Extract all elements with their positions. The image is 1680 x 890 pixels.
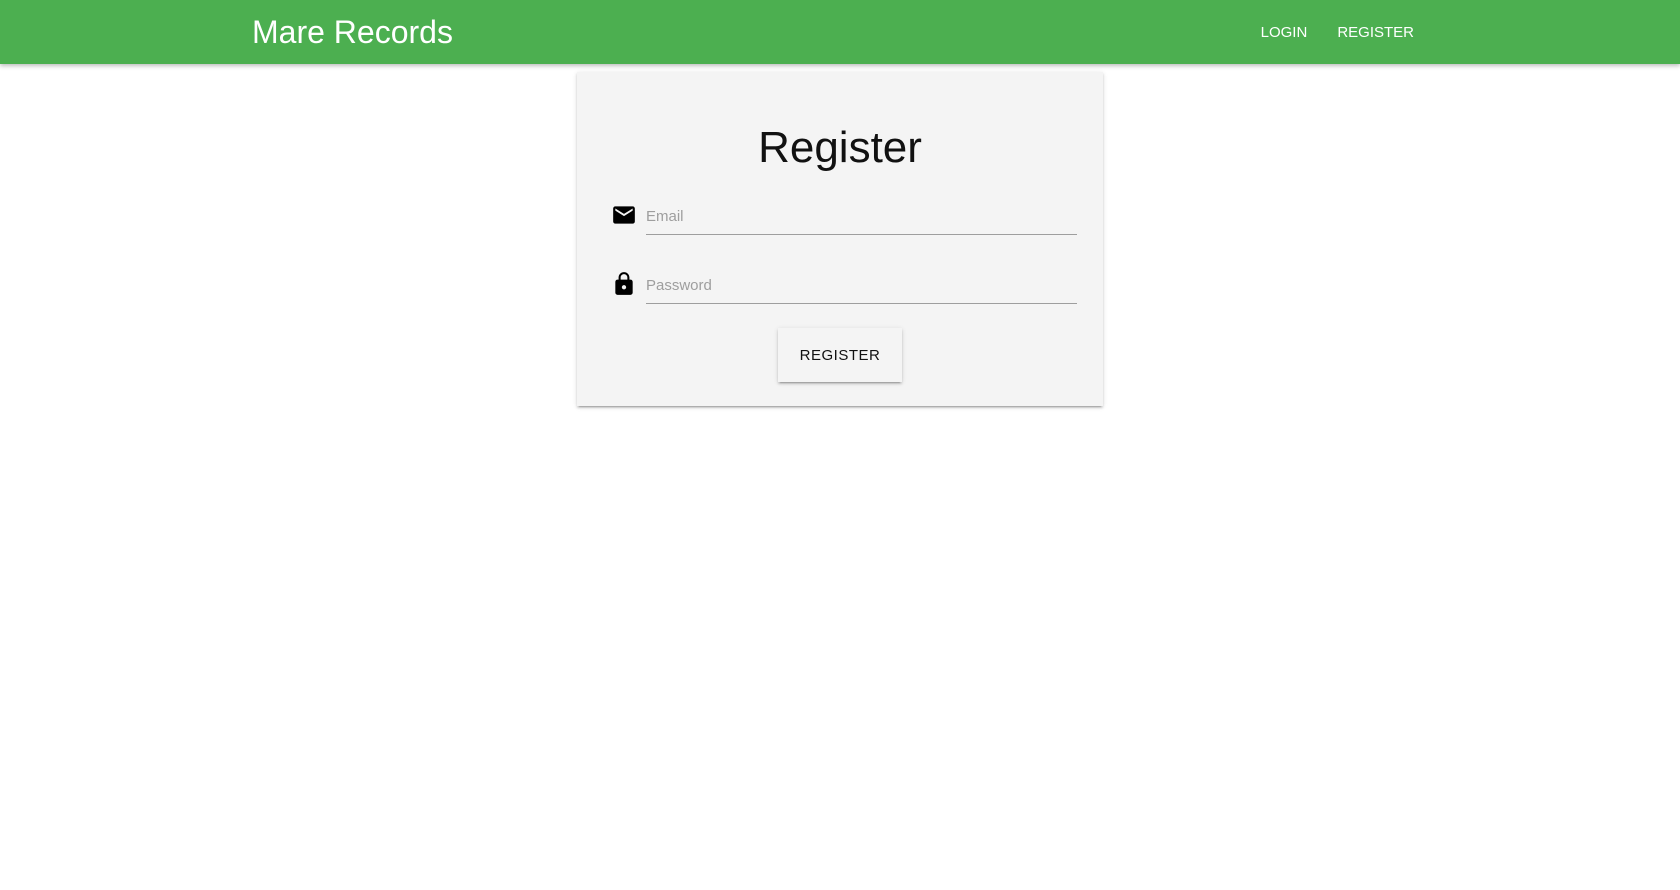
lock-icon — [615, 272, 633, 295]
password-input[interactable] — [646, 267, 1077, 304]
nav-register-link[interactable]: REGISTER — [1337, 24, 1414, 41]
email-icon — [613, 206, 635, 224]
email-field-row — [611, 198, 1077, 238]
brand-logo-link[interactable]: Mare Records — [252, 12, 453, 52]
nav-links: LOGIN REGISTER — [1231, 0, 1414, 64]
nav-login-link[interactable]: LOGIN — [1261, 24, 1308, 41]
email-input[interactable] — [646, 198, 1077, 235]
top-navbar: Mare Records LOGIN REGISTER — [0, 0, 1680, 64]
register-submit-button[interactable]: REGISTER — [778, 328, 902, 382]
password-field-row — [611, 267, 1077, 307]
register-card: Register REGISTER — [577, 72, 1103, 406]
page-title: Register — [758, 123, 922, 172]
